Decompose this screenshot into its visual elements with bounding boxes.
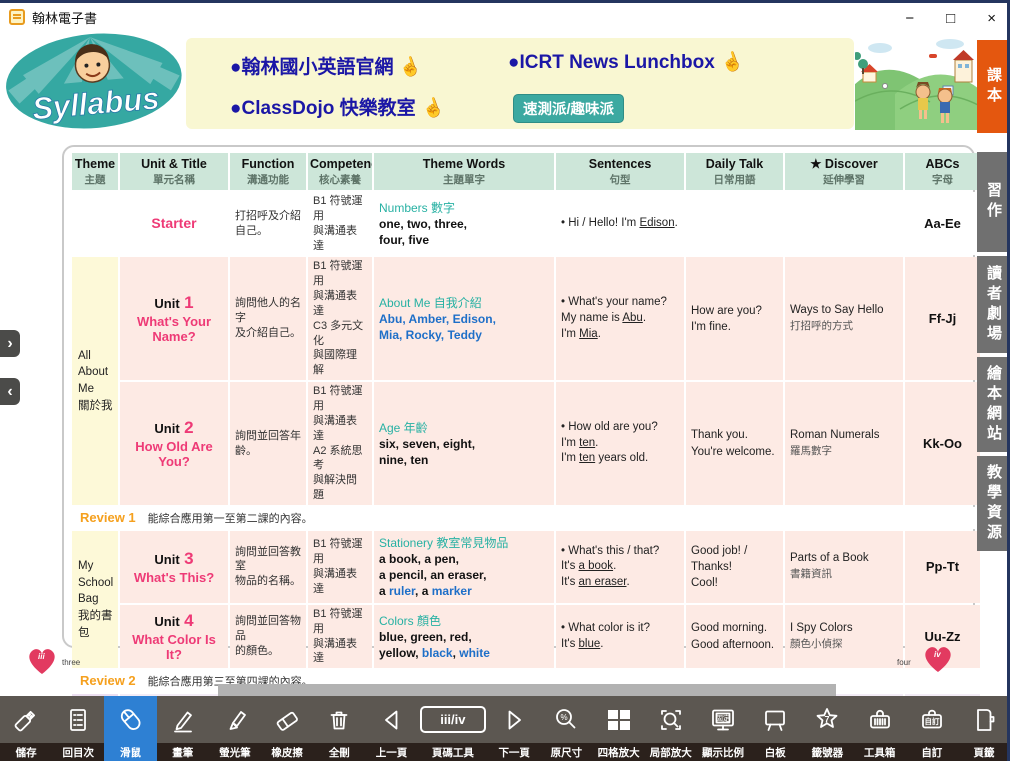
syllabus-table: Theme主題 Unit & Title單元名稱 Function溝通功能 Co…: [70, 151, 982, 761]
col-abcs: ABCs字母: [905, 153, 980, 190]
syllabus-logo: Syllabus: [4, 31, 188, 133]
row-unit4: Unit 4What Color Is It? 詢問並回答物品 的顏色。 B1 …: [72, 605, 980, 668]
bottom-toolbar: 儲存 回目次 滑鼠 畫筆 螢光筆 橡皮擦 全刪 上一頁 iii/iv 頁碼工具 …: [0, 696, 1010, 761]
col-theme-words: Theme Words主題單字: [374, 153, 554, 190]
display-ratio-icon: 固定: [708, 696, 738, 743]
starter-title: Starter: [151, 215, 196, 231]
tab-workbook[interactable]: 習作: [977, 152, 1010, 252]
quad-grid-icon: [603, 696, 635, 743]
delete-all-tool[interactable]: 全刪: [313, 696, 365, 761]
col-daily-talk: Daily Talk日常用語: [686, 153, 783, 190]
col-function: Function溝通功能: [230, 153, 306, 190]
toolbox-tool[interactable]: 工具箱: [854, 696, 906, 761]
usb-save-icon: [11, 696, 41, 743]
mouse-icon: [116, 696, 146, 743]
trash-icon: [324, 696, 354, 743]
hand-pointer-icon: ☝: [397, 54, 425, 81]
page-number-display[interactable]: iii/iv: [420, 706, 486, 733]
window-controls: − □ ×: [905, 3, 996, 34]
pen-tool[interactable]: 畫筆: [157, 696, 209, 761]
row-starter: Starter 打招呼及介紹 自己。 B1 符號運用 與溝通表達 Numbers…: [72, 192, 980, 255]
sidebar-expand-button[interactable]: ›: [0, 330, 20, 357]
app-logo-icon: [9, 9, 25, 25]
table-header-row: Theme主題 Unit & Title單元名稱 Function溝通功能 Co…: [72, 153, 980, 190]
page-tab-icon: [969, 696, 999, 743]
save-tool[interactable]: 儲存: [0, 696, 52, 761]
toc-icon: [63, 696, 93, 743]
horizontal-scrollbar[interactable]: [218, 684, 836, 696]
hand-pointer-icon: ☝: [718, 49, 746, 76]
custom-box-icon: 自訂: [917, 696, 947, 743]
highlighter-icon: [220, 696, 250, 743]
syllabus-table-card: Theme主題 Unit & Title單元名稱 Function溝通功能 Co…: [62, 145, 975, 648]
banner-links-panel: ●翰林國小英語官網☝ ●ICRT News Lunchbox☝ ●ClassDo…: [186, 38, 854, 129]
eraser-icon: [272, 696, 302, 743]
svg-text:%: %: [561, 713, 568, 722]
col-theme: Theme主題: [72, 153, 118, 190]
col-discover: ★ Discover延伸學習: [785, 153, 903, 190]
toc-tool[interactable]: 回目次: [52, 696, 104, 761]
eraser-tool[interactable]: 橡皮擦: [261, 696, 313, 761]
quiz-badge-button[interactable]: 速測派/趣味派: [513, 94, 624, 123]
theme-all-about-me: All About Me 關於我: [72, 257, 118, 505]
next-page-tool[interactable]: 下一頁: [488, 696, 540, 761]
sidebar-collapse-button[interactable]: ‹: [0, 378, 20, 405]
tab-readers-theater[interactable]: 讀者劇場: [977, 256, 1010, 353]
tab-textbook[interactable]: 課本: [977, 40, 1010, 133]
quad-zoom-tool[interactable]: 四格放大: [593, 696, 645, 761]
app-title: 翰林電子書: [32, 8, 97, 27]
prev-page-icon: [377, 696, 407, 743]
svg-text:自訂: 自訂: [924, 716, 939, 726]
link-hanlin-english-site[interactable]: ●翰林國小英語官網☝: [230, 52, 422, 79]
link-icrt-news-lunchbox[interactable]: ●ICRT News Lunchbox☝: [508, 52, 743, 74]
whiteboard-icon: [760, 696, 790, 743]
tab-picturebook-site[interactable]: 繪本網站: [977, 357, 1010, 452]
minimize-button[interactable]: −: [905, 11, 914, 26]
svg-text:固定: 固定: [716, 713, 730, 722]
prev-page-tool[interactable]: 上一頁: [365, 696, 417, 761]
star-number-icon: 7: [812, 696, 842, 743]
page-tab-tool[interactable]: 頁籤: [958, 696, 1010, 761]
mouse-tool[interactable]: 滑鼠: [104, 696, 156, 761]
col-sentences: Sentences句型: [556, 153, 684, 190]
toolbox-icon: [865, 696, 895, 743]
original-size-tool[interactable]: % 原尺寸: [540, 696, 592, 761]
row-unit3: My School Bag 我的書包 Unit 3What's This? 詢問…: [72, 531, 980, 603]
close-button[interactable]: ×: [987, 11, 996, 26]
titlebar: 翰林電子書 − □ ×: [0, 0, 1010, 31]
next-page-icon: [499, 696, 529, 743]
left-page-word: three: [62, 658, 80, 667]
custom-tool[interactable]: 自訂 自訂: [906, 696, 958, 761]
highlighter-tool[interactable]: 螢光筆: [209, 696, 261, 761]
row-unit2: Unit 2How Old Are You? 詢問並回答年齡。 B1 符號運用 …: [72, 382, 980, 505]
right-page-heart: iv: [922, 644, 954, 679]
svg-text:iv: iv: [934, 650, 941, 659]
col-unit-title: Unit & Title單元名稱: [120, 153, 228, 190]
right-page-word: four: [897, 658, 911, 667]
link-classdojo[interactable]: ●ClassDojo 快樂教室☝: [230, 93, 444, 120]
tab-teaching-resources[interactable]: 教學資源: [977, 456, 1010, 551]
banner-illustration: [855, 34, 978, 130]
hanlin-ebook-window: { "window": { "title": "翰林電子書", "minimiz…: [0, 0, 1010, 761]
svg-text:iii: iii: [38, 652, 45, 661]
display-ratio-tool[interactable]: 固定 顯示比例: [697, 696, 749, 761]
theme-my-school-bag: My School Bag 我的書包: [72, 531, 118, 668]
area-zoom-tool[interactable]: 局部放大: [645, 696, 697, 761]
left-page-heart: iii: [26, 646, 58, 681]
pen-icon: [168, 696, 198, 743]
maximize-button[interactable]: □: [946, 11, 955, 26]
zoom-percent-icon: %: [551, 696, 581, 743]
whiteboard-tool[interactable]: 白板: [749, 696, 801, 761]
svg-text:7: 7: [825, 714, 830, 724]
page-number-tool[interactable]: iii/iv 頁碼工具: [418, 696, 488, 761]
row-review1: Review 1能綜合應用第一至第二課的內容。: [72, 507, 980, 529]
row-unit1: All About Me 關於我 Unit 1What's Your Name?…: [72, 257, 980, 380]
hand-pointer-icon: ☝: [419, 95, 447, 122]
area-zoom-icon: [656, 696, 686, 743]
number-picker-tool[interactable]: 7 籤號器: [801, 696, 853, 761]
col-competency: Competency核心素養: [308, 153, 372, 190]
